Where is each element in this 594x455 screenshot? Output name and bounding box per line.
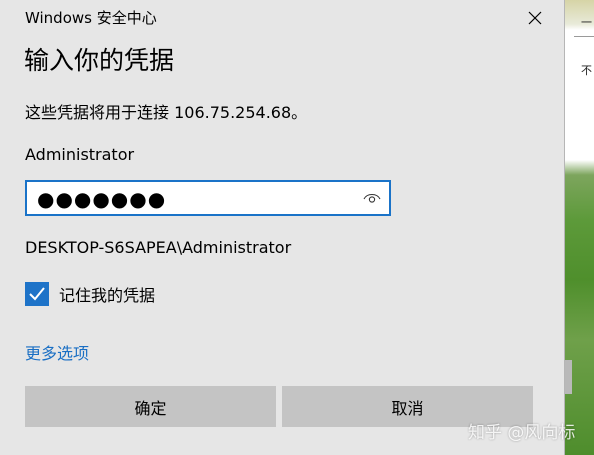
credential-dialog: Windows 安全中心 输入你的凭据 这些凭据将用于连接 106.75.254… — [0, 0, 564, 455]
background-text-fragment: 一 — [581, 16, 592, 29]
background-text-fragment: 不 — [581, 64, 592, 77]
username-label: Administrator — [25, 145, 135, 164]
close-button[interactable] — [520, 4, 550, 32]
dialog-heading: 输入你的凭据 — [24, 46, 175, 75]
watermark: 知乎 @风向标 — [468, 423, 576, 443]
checkbox-checked[interactable] — [25, 282, 49, 306]
password-input[interactable]: ●●●●●●● — [25, 180, 391, 216]
checkmark-icon — [29, 287, 45, 301]
remember-label: 记住我的凭据 — [59, 286, 156, 305]
background-divider — [574, 36, 594, 37]
close-icon — [528, 11, 542, 25]
window-title: Windows 安全中心 — [25, 9, 157, 27]
connection-description: 这些凭据将用于连接 106.75.254.68。 — [25, 103, 308, 122]
eye-icon[interactable] — [363, 191, 381, 205]
remember-credentials-checkbox[interactable]: 记住我的凭据 — [25, 281, 155, 307]
ok-button[interactable]: 确定 — [25, 386, 276, 427]
account-name: DESKTOP-S6SAPEA\Administrator — [25, 238, 292, 257]
background-window-strip: 一 不 — [564, 0, 594, 455]
more-options-link[interactable]: 更多选项 — [25, 340, 89, 364]
background-scrollbar — [564, 360, 572, 394]
password-value: ●●●●●●● — [37, 187, 167, 211]
